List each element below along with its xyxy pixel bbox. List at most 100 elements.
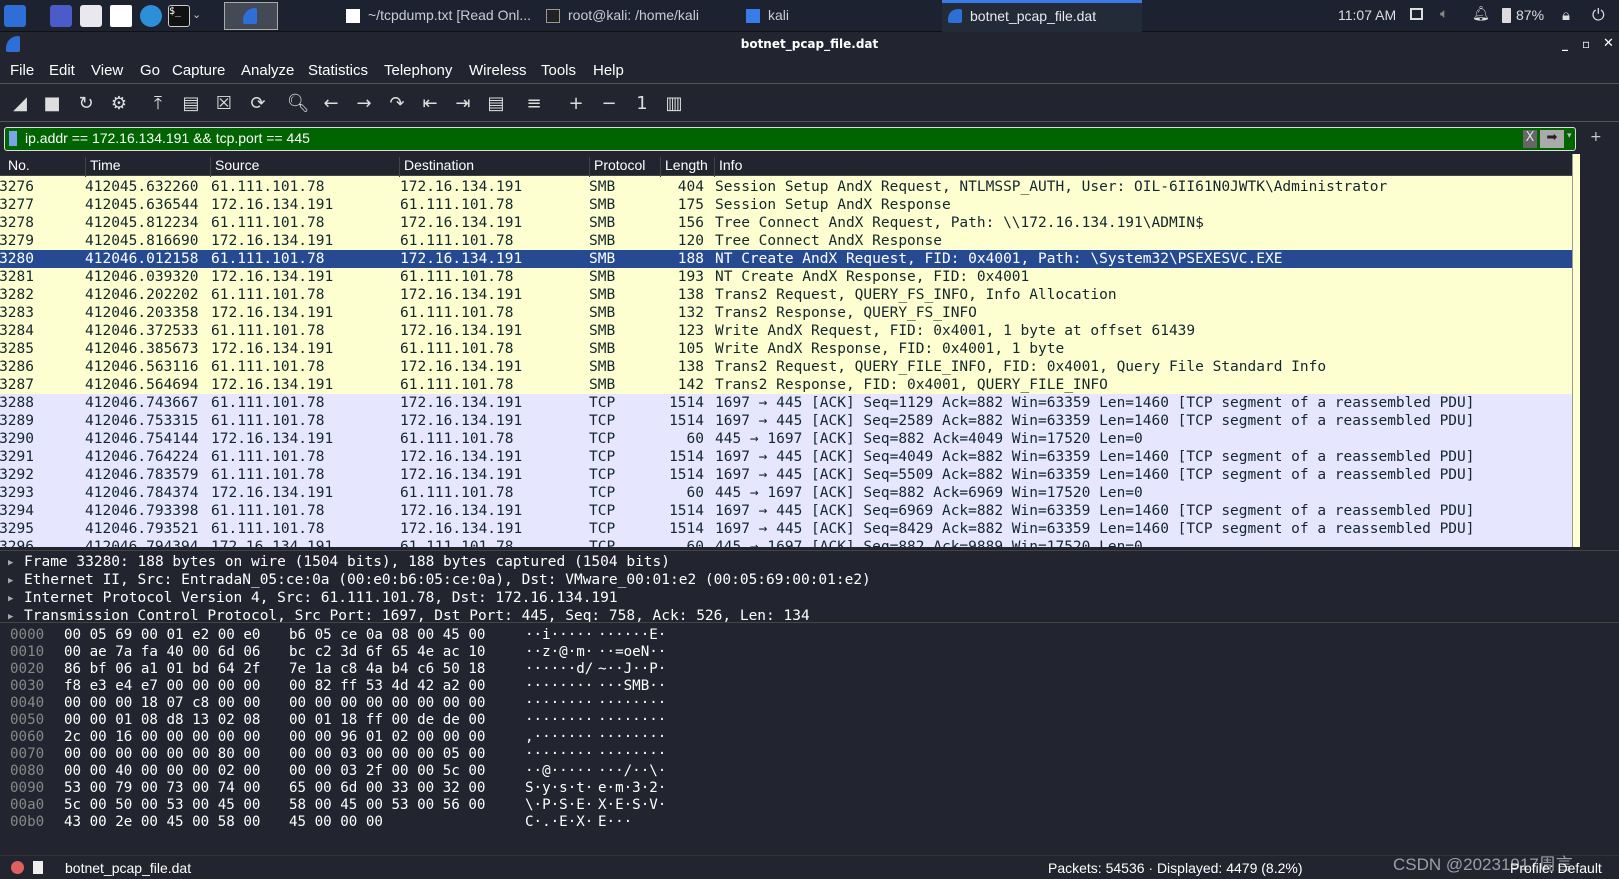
column-header-source[interactable]: Source	[210, 157, 259, 177]
packet-list[interactable]: No. Time Source Destination Protocol Length In…	[0, 154, 1580, 547]
packet-row[interactable]: 33289 412046.753315 61.111.101.78 172.16.13…	[0, 412, 1572, 430]
task-tcpdump[interactable]: ~/tcpdump.txt [Read Onl...	[340, 0, 540, 32]
packet-row[interactable]: 33285 412046.385673 172.16.134.191 61.111.1…	[0, 340, 1572, 358]
packet-row[interactable]: 33291 412046.764224 61.111.101.78 172.16.13…	[0, 448, 1572, 466]
clock[interactable]: 11:07 AM	[1338, 7, 1396, 23]
close-button[interactable]: ✕	[1603, 32, 1614, 56]
expand-arrow-icon[interactable]: ▶	[8, 594, 13, 604]
packet-details[interactable]: ▶ Frame 33280: 188 bytes on wire (1504 bi…	[0, 550, 1619, 622]
expert-info-icon[interactable]	[11, 861, 24, 874]
close-file-icon[interactable]: ☒	[212, 92, 236, 116]
lock-icon[interactable]: 🔒︎	[1562, 6, 1570, 24]
menu-edit[interactable]: Edit	[49, 62, 75, 79]
zoom-out-icon[interactable]: −	[597, 92, 621, 116]
first-packet-icon[interactable]: ⇤	[418, 92, 442, 116]
packet-row[interactable]: 33278 412045.812234 61.111.101.78 172.16.13…	[0, 214, 1572, 232]
go-forward-icon[interactable]: →	[352, 92, 376, 116]
last-packet-icon[interactable]: ⇥	[451, 92, 475, 116]
open-file-icon[interactable]: ⤒	[146, 92, 170, 116]
display-filter-input[interactable]: ip.addr == 172.16.134.191 && tcp.port ==…	[25, 130, 310, 146]
display-icon[interactable]	[1410, 8, 1423, 20]
bell-icon[interactable]: 🔔︎	[1472, 6, 1490, 22]
packet-row[interactable]: 33287 412046.564694 172.16.134.191 61.111.1…	[0, 376, 1572, 394]
packet-row[interactable]: 33294 412046.793398 61.111.101.78 172.16.13…	[0, 502, 1572, 520]
display-filter-bar[interactable]: ip.addr == 172.16.134.191 && tcp.port ==…	[4, 127, 1576, 151]
packet-row[interactable]: 33277 412045.636544 172.16.134.191 61.111.1…	[0, 196, 1572, 214]
colorize-icon[interactable]: ≡	[522, 92, 546, 116]
expand-arrow-icon[interactable]: ▶	[8, 576, 13, 586]
normal-size-icon[interactable]: 1	[630, 92, 654, 116]
find-packet-icon[interactable]: 🔍︎	[286, 92, 310, 116]
go-to-packet-icon[interactable]: ↷	[385, 92, 409, 116]
menu-statistics[interactable]: Statistics	[308, 62, 368, 79]
text-editor-launcher-icon[interactable]	[110, 5, 132, 27]
column-header-length[interactable]: Length	[660, 157, 708, 177]
maximize-button[interactable]: ▫	[1582, 32, 1590, 56]
column-header-time[interactable]: Time	[85, 157, 121, 177]
column-header-info[interactable]: Info	[714, 157, 742, 177]
packet-row[interactable]: 33281 412046.039320 172.16.134.191 61.111.1…	[0, 268, 1572, 286]
bookmark-icon[interactable]	[9, 131, 17, 146]
zoom-in-icon[interactable]: +	[564, 92, 588, 116]
start-capture-icon[interactable]: ◢	[8, 92, 32, 116]
terminal-launcher-icon[interactable]: $_	[168, 5, 190, 27]
column-header-protocol[interactable]: Protocol	[589, 157, 645, 177]
packet-row[interactable]: 33290 412046.754144 172.16.134.191 61.111.1…	[0, 430, 1572, 448]
logout-icon[interactable]: ⏻	[1592, 5, 1605, 25]
menu-help[interactable]: Help	[593, 62, 624, 79]
capture-comment-icon[interactable]	[33, 861, 43, 874]
battery-icon[interactable]	[1502, 8, 1511, 23]
workspace-icon[interactable]	[50, 5, 72, 27]
task-terminal[interactable]: root@kali: /home/kali	[540, 0, 740, 32]
browser-icon[interactable]	[140, 5, 162, 27]
kali-menu-icon[interactable]	[4, 5, 26, 27]
column-header-no[interactable]: No.	[4, 157, 30, 177]
volume-icon[interactable]: 🔈︎	[1440, 6, 1448, 22]
apply-filter-icon[interactable]: ➡	[1540, 130, 1564, 148]
menu-analyze[interactable]: Analyze	[241, 62, 294, 79]
packet-row[interactable]: 33276 412045.632260 61.111.101.78 172.16.13…	[0, 178, 1572, 196]
reload-file-icon[interactable]: ⟳	[246, 92, 270, 116]
file-manager-icon[interactable]	[80, 5, 102, 27]
packet-row[interactable]: 33284 412046.372533 61.111.101.78 172.16.13…	[0, 322, 1572, 340]
packet-row[interactable]: 33282 412046.202202 61.111.101.78 172.16.13…	[0, 286, 1572, 304]
packet-row[interactable]: 33283 412046.203358 172.16.134.191 61.111.1…	[0, 304, 1572, 322]
packet-row[interactable]: 33292 412046.783579 61.111.101.78 172.16.13…	[0, 466, 1572, 484]
detail-tree-item[interactable]: Frame 33280: 188 bytes on wire (1504 bit…	[24, 554, 670, 570]
go-back-icon[interactable]: ←	[319, 92, 343, 116]
packet-row[interactable]: 33286 412046.563116 61.111.101.78 172.16.13…	[0, 358, 1572, 376]
restart-capture-icon[interactable]: ↻	[74, 92, 98, 116]
resize-columns-icon[interactable]: ▥	[662, 92, 686, 116]
detail-tree-item[interactable]: Internet Protocol Version 4, Src: 61.111…	[24, 590, 618, 606]
add-filter-button[interactable]: +	[1590, 129, 1602, 145]
minimize-button[interactable]: _	[1562, 32, 1568, 56]
capture-options-icon[interactable]: ⚙	[107, 92, 131, 116]
detail-tree-item[interactable]: Ethernet II, Src: EntradaN_05:ce:0a (00:…	[24, 572, 871, 588]
menu-telephony[interactable]: Telephony	[384, 62, 452, 79]
packet-row[interactable]: 33288 412046.743667 61.111.101.78 172.16.13…	[0, 394, 1572, 412]
menu-go[interactable]: Go	[140, 62, 160, 79]
workspace-thumbnail[interactable]	[224, 2, 278, 30]
menu-wireless[interactable]: Wireless	[469, 62, 527, 79]
packet-row[interactable]: 33293 412046.784374 172.16.134.191 61.111.1…	[0, 484, 1572, 502]
task-wireshark[interactable]: botnet_pcap_file.dat	[942, 0, 1142, 32]
packet-row[interactable]: 33295 412046.793521 61.111.101.78 172.16.13…	[0, 520, 1572, 538]
task-kali-folder[interactable]: kali	[740, 0, 940, 32]
packet-row[interactable]: 33279 412045.816690 172.16.134.191 61.111.1…	[0, 232, 1572, 250]
filter-history-icon[interactable]: ▾	[1567, 131, 1572, 141]
packet-list-scrollbar[interactable]	[1572, 154, 1580, 547]
packet-row[interactable]: 33296 412046.794394 172.16.134.191 61.111.1…	[0, 538, 1572, 547]
expand-arrow-icon[interactable]: ▶	[8, 558, 13, 568]
column-header-destination[interactable]: Destination	[399, 157, 474, 177]
stop-capture-icon[interactable]: ■	[40, 92, 64, 116]
packet-bytes[interactable]: 0000 00 05 69 00 01 e2 00 e0 b6 05 ce 0a 0…	[0, 622, 1619, 855]
chevron-down-icon[interactable]: ⌄	[192, 8, 201, 21]
menu-tools[interactable]: Tools	[541, 62, 576, 79]
autoscroll-icon[interactable]: ▤	[484, 92, 508, 116]
menu-file[interactable]: File	[10, 62, 34, 79]
expand-arrow-icon[interactable]: ▶	[8, 612, 13, 622]
detail-tree-item[interactable]: Transmission Control Protocol, Src Port:…	[24, 608, 810, 622]
clear-filter-icon[interactable]: X	[1523, 130, 1537, 148]
packet-row[interactable]: 33280 412046.012158 61.111.101.78 172.16.13…	[0, 250, 1572, 268]
menu-capture[interactable]: Capture	[172, 62, 225, 79]
